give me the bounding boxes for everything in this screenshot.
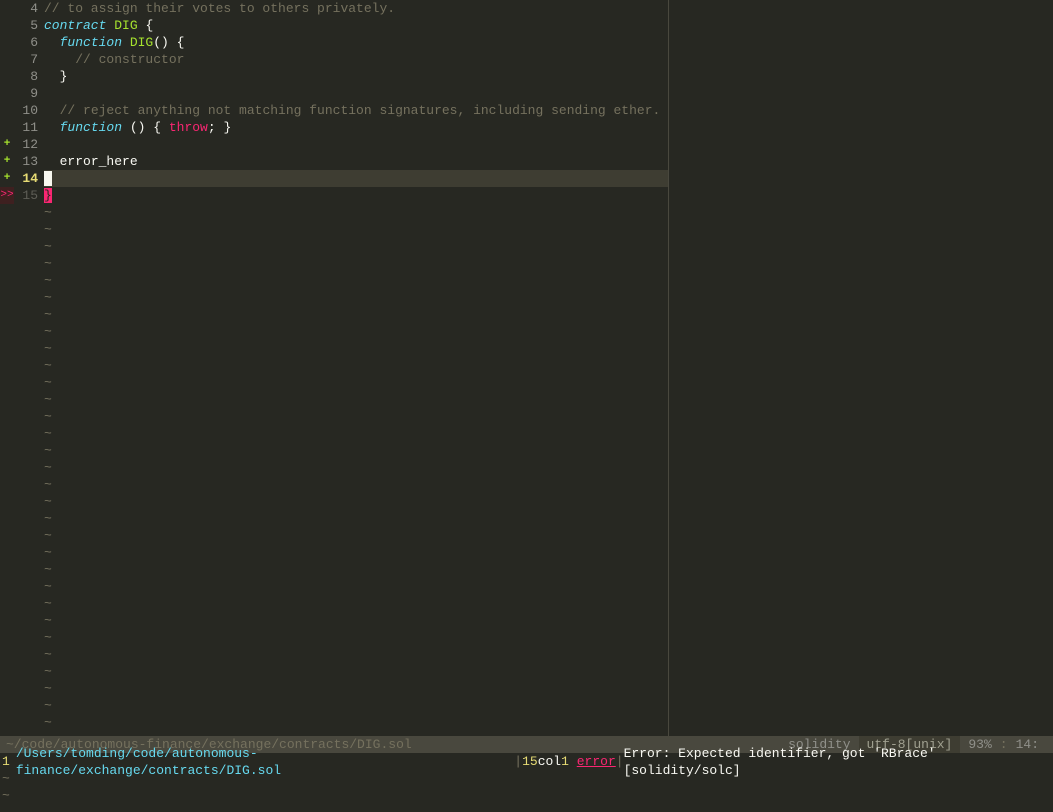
line-number-current: 14 <box>14 170 38 187</box>
line-number: 4 <box>14 0 38 17</box>
location-list[interactable]: 1 /Users/tomding/code/autonomous-finance… <box>0 753 1053 770</box>
loclist-pipe: | <box>514 753 522 770</box>
line-number: 10 <box>14 102 38 119</box>
punct: ; } <box>208 120 231 135</box>
loclist-col-label: col <box>538 753 561 770</box>
line-number: 11 <box>14 119 38 136</box>
line-number: 15 <box>14 187 38 204</box>
indent <box>44 120 60 135</box>
line-number: 13 <box>14 153 38 170</box>
indent <box>44 103 60 118</box>
sign-added-icon: + <box>0 136 14 153</box>
punct: () { <box>153 35 184 50</box>
indent <box>44 69 60 84</box>
sign-cell <box>0 102 14 119</box>
sign-cell <box>0 68 14 85</box>
command-line[interactable] <box>0 804 1053 812</box>
keyword: throw <box>169 120 208 135</box>
loclist-line: 15 <box>522 753 538 770</box>
empty-line-tilde: ~ <box>0 787 1053 804</box>
sign-cell <box>0 34 14 51</box>
indent <box>44 52 75 67</box>
sign-cell <box>0 51 14 68</box>
line-number: 5 <box>14 17 38 34</box>
keyword: function <box>60 120 122 135</box>
punct: () { <box>122 120 169 135</box>
type-name: DIG <box>114 18 137 33</box>
brace: } <box>60 69 68 84</box>
line-number: 9 <box>14 85 38 102</box>
line-number-gutter: 4 5 6 7 8 9 10 11 12 13 14 15 <box>14 0 44 736</box>
filler-lines: ~ ~ <box>0 770 1053 804</box>
cursor <box>44 171 52 186</box>
empty-line-tilde: ~ <box>0 770 1053 787</box>
indent <box>44 35 60 50</box>
function-name: DIG <box>122 35 153 50</box>
sign-cell <box>0 85 14 102</box>
comment: // to assign their votes to others priva… <box>44 1 395 16</box>
indent <box>44 154 60 169</box>
sign-added-icon: + <box>0 170 14 187</box>
loclist-error-label: error <box>577 753 616 770</box>
keyword: contract <box>44 18 106 33</box>
sign-cell <box>0 0 14 17</box>
sign-cell <box>0 119 14 136</box>
loclist-number: 1 <box>2 753 16 770</box>
sign-column: + + + >> <box>0 0 14 736</box>
line-number: 7 <box>14 51 38 68</box>
sign-added-icon: + <box>0 153 14 170</box>
line-number: 8 <box>14 68 38 85</box>
right-pane[interactable] <box>669 0 1053 736</box>
comment: // reject anything not matching function… <box>60 103 661 118</box>
sign-error-icon: >> <box>0 187 14 204</box>
keyword: function <box>60 35 122 50</box>
comment: // constructor <box>75 52 184 67</box>
line-number: 12 <box>14 136 38 153</box>
brace: { <box>138 18 154 33</box>
loclist-col: 1 <box>561 753 569 770</box>
sign-cell <box>0 17 14 34</box>
brace-error: } <box>44 188 52 203</box>
editor-container: + + + >> 4 5 6 7 8 9 10 11 12 13 14 15 /… <box>0 0 1053 736</box>
identifier: error_here <box>60 154 138 169</box>
loclist-pipe: | <box>616 753 624 770</box>
line-number: 6 <box>14 34 38 51</box>
